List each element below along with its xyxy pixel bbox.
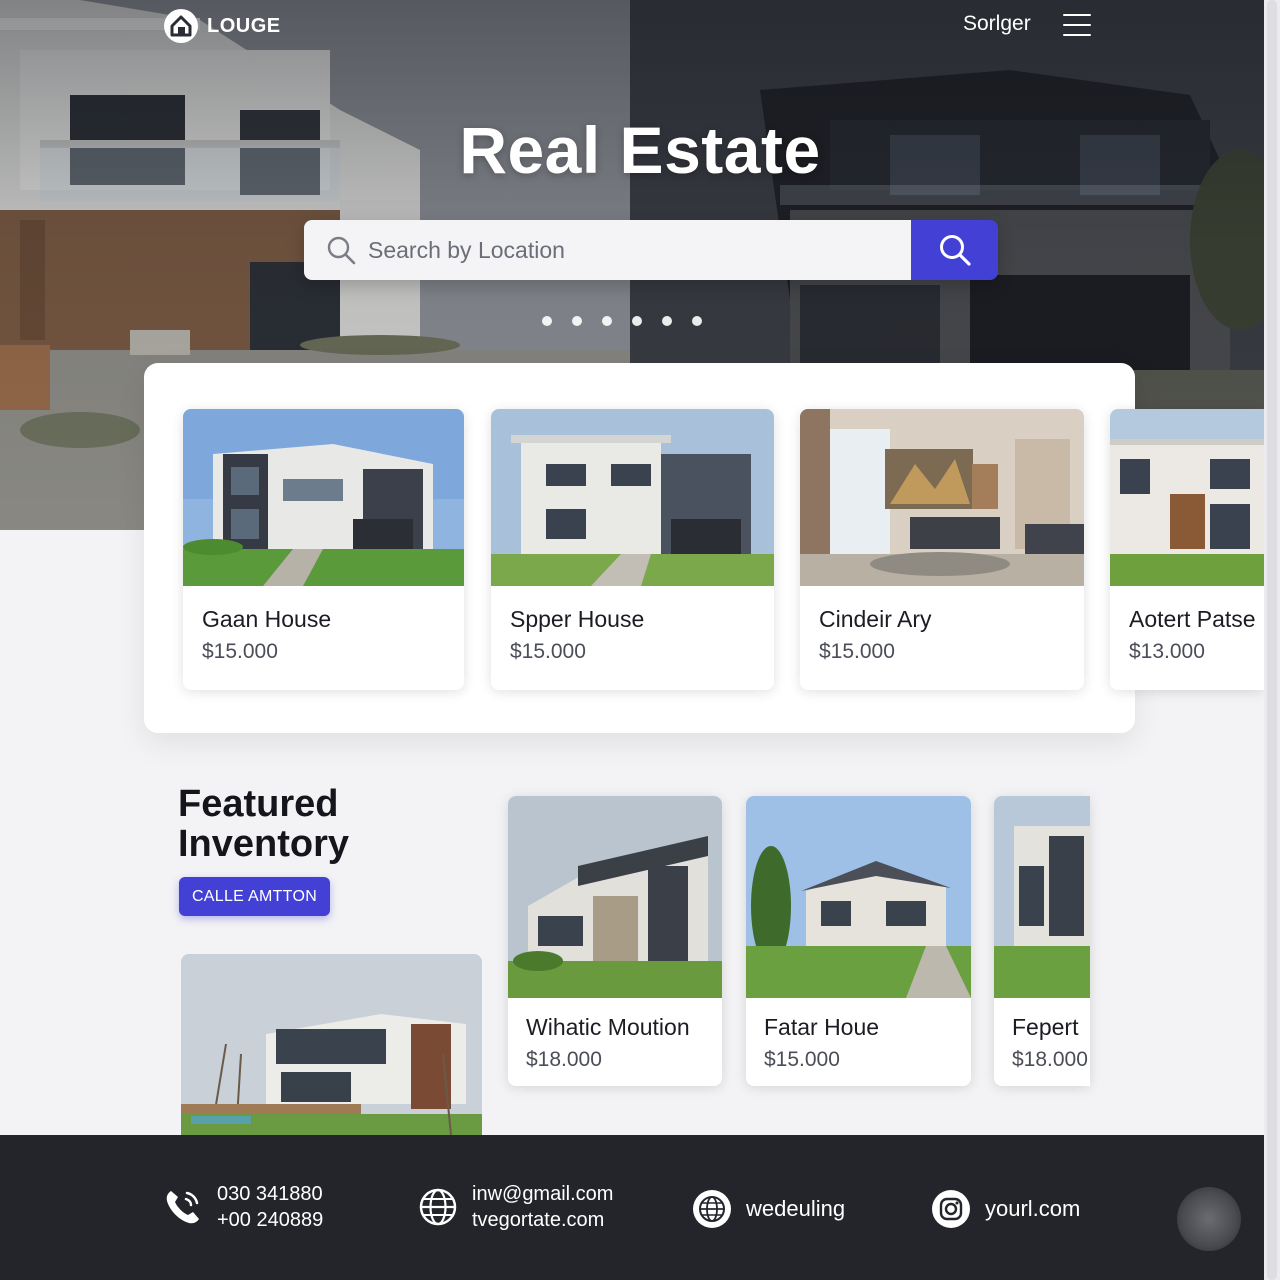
call-action-button[interactable]: CALLE AMTTON (179, 877, 330, 916)
location-search-bar (304, 220, 998, 280)
brand-logo[interactable]: LOUGE (163, 8, 281, 44)
carousel-dot[interactable] (602, 316, 612, 326)
featured-heading-line2: Inventory (178, 823, 350, 865)
listing-card[interactable]: Spper House $15.000 (491, 409, 774, 690)
top-nav: Sorlger (963, 12, 1091, 36)
featured-photo (994, 796, 1090, 998)
listing-price: $15.000 (202, 640, 278, 663)
phone-icon (166, 1191, 199, 1224)
nav-link-signin[interactable]: Sorlger (963, 12, 1031, 36)
listing-photo (491, 409, 774, 586)
listing-card[interactable]: Gaan House $15.000 (183, 409, 464, 690)
footer-social[interactable]: wedeuling (692, 1189, 845, 1229)
brand-name: LOUGE (207, 14, 281, 37)
listing-photo (1110, 409, 1264, 586)
featured-name: Fatar Houe (764, 1014, 880, 1040)
listing-price: $15.000 (510, 640, 586, 663)
hamburger-menu-icon[interactable] (1062, 12, 1091, 36)
listing-price: $15.000 (819, 640, 895, 663)
carousel-dot[interactable] (542, 316, 552, 326)
featured-price: $18.000 (526, 1048, 602, 1071)
footer-website: tvegortate.com (472, 1209, 605, 1231)
hero-title: Real Estate (459, 113, 821, 187)
featured-price: $18.000 (1012, 1048, 1088, 1071)
featured-hero-photo[interactable] (181, 954, 482, 1135)
instagram-icon (932, 1190, 970, 1228)
footer-phone-line1: 030 341880 (217, 1183, 323, 1205)
house-logo-icon (164, 9, 198, 43)
search-icon (939, 235, 971, 266)
globe-circle-icon (693, 1190, 731, 1228)
featured-photo (508, 796, 722, 998)
footer-web[interactable]: inw@gmail.com tvegortate.com (418, 1181, 613, 1233)
featured-photo (746, 796, 971, 998)
featured-heading-line1: Featured (178, 783, 339, 825)
footer-social-label: wedeuling (746, 1196, 846, 1221)
listing-name: Gaan House (202, 606, 332, 632)
listing-name: Spper House (510, 606, 645, 632)
listing-photo (183, 409, 464, 586)
search-icon (327, 236, 356, 265)
carousel-dot[interactable] (572, 316, 582, 326)
footer-instagram[interactable]: yourl.com (931, 1189, 1080, 1229)
listing-card[interactable]: Aotert Patse $13.000 (1110, 409, 1264, 690)
featured-card[interactable]: Fepert $18.000 (994, 796, 1090, 1086)
scrollbar-thumb[interactable] (1267, 0, 1277, 1280)
globe-icon (419, 1188, 457, 1226)
carousel-dot[interactable] (662, 316, 672, 326)
footer-email: inw@gmail.com (472, 1183, 614, 1205)
featured-name: Wihatic Moution (526, 1014, 690, 1040)
featured-price: $15.000 (764, 1048, 840, 1071)
featured-heading: Featured Inventory (178, 784, 349, 864)
listing-name: Aotert Patse (1129, 606, 1256, 632)
carousel-dot[interactable] (692, 316, 702, 326)
carousel-dots (542, 316, 702, 326)
featured-name: Fepert (1012, 1014, 1079, 1040)
floating-chat-button[interactable] (1177, 1187, 1241, 1251)
footer-phone[interactable]: 030 341880 +00 240889 (163, 1181, 323, 1233)
listing-name: Cindeir Ary (819, 606, 932, 632)
footer-instagram-label: yourl.com (985, 1196, 1081, 1221)
listing-photo (800, 409, 1084, 586)
listing-card[interactable]: Cindeir Ary $15.000 (800, 409, 1084, 690)
featured-card[interactable]: Fatar Houe $15.000 (746, 796, 971, 1086)
footer-phone-line2: +00 240889 (217, 1209, 324, 1231)
search-button[interactable] (911, 220, 998, 280)
carousel-dot[interactable] (632, 316, 642, 326)
featured-card[interactable]: Wihatic Moution $18.000 (508, 796, 722, 1086)
listing-price: $13.000 (1129, 640, 1205, 663)
search-field-wrapper (304, 220, 911, 280)
search-input[interactable] (368, 236, 888, 264)
